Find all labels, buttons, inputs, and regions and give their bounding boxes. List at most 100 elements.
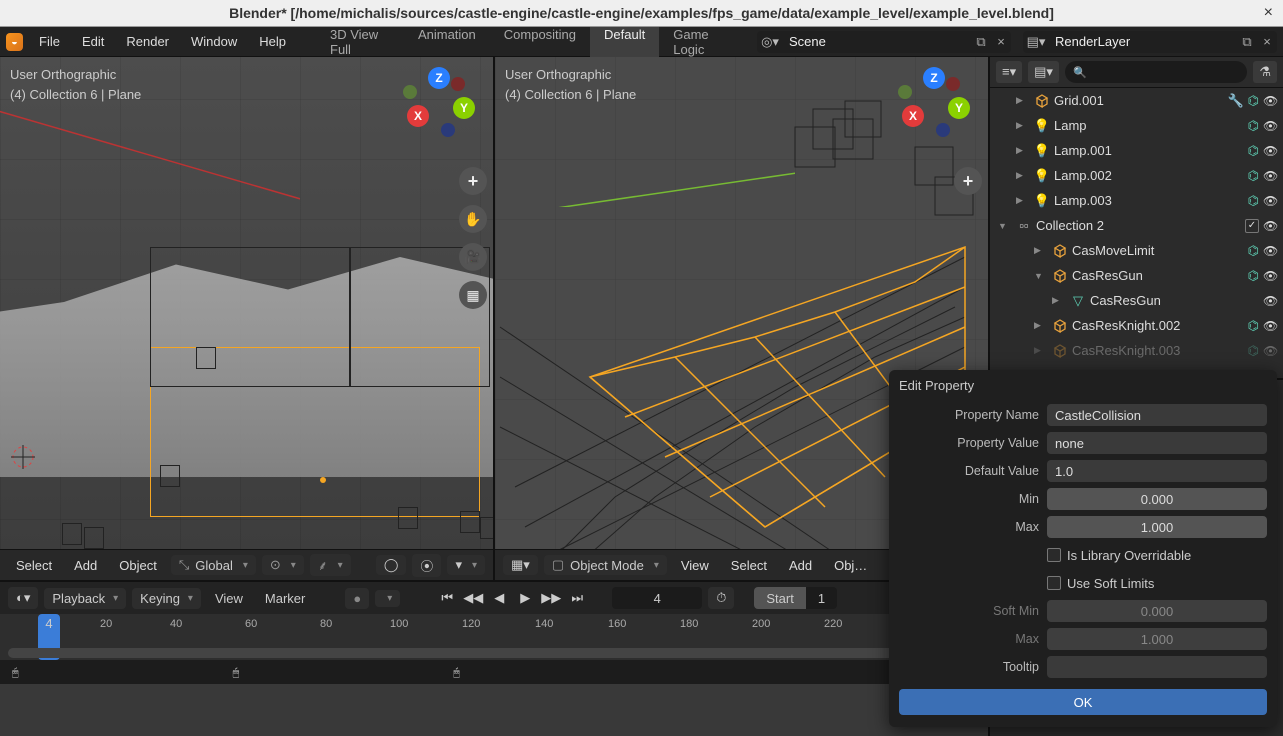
timeline-ruler[interactable]: 4 20 40 60 80 100 120 140 160 180 200 22… xyxy=(0,614,988,660)
mode-dropdown[interactable]: ▢Object Mode xyxy=(544,555,667,575)
tab-animation[interactable]: Animation xyxy=(404,22,490,62)
disclosure-icon[interactable]: ▶ xyxy=(1016,95,1030,106)
tab-default[interactable]: Default xyxy=(590,22,659,62)
play-icon[interactable]: ▶ xyxy=(514,587,536,609)
visibility-icon[interactable] xyxy=(1263,293,1279,308)
nav-gizmo[interactable]: Z Y X xyxy=(904,75,964,135)
disclosure-icon[interactable]: ▶ xyxy=(1016,120,1030,131)
outliner-row[interactable]: ▶CasMoveLimit⌬ xyxy=(990,238,1283,263)
outliner-row[interactable]: ▶▽CasResGun xyxy=(990,288,1283,313)
filter-icon[interactable]: ⚗ xyxy=(1253,61,1277,83)
axis-neg-z-icon[interactable] xyxy=(441,123,455,137)
axis-y-icon[interactable]: Y xyxy=(453,97,475,119)
outliner-row[interactable]: ▶💡Lamp.001⌬ xyxy=(990,138,1283,163)
keyframe-next-icon[interactable]: ▶▶ xyxy=(540,587,562,609)
shading-options-icon[interactable]: ▾ xyxy=(447,555,485,575)
footer-select[interactable]: Select xyxy=(8,555,60,576)
axis-z-icon[interactable]: Z xyxy=(923,67,945,89)
armature-icon[interactable]: ⌬ xyxy=(1248,243,1259,259)
scene-icon[interactable]: ◎▾ xyxy=(757,34,783,50)
timeline-scrollbar[interactable] xyxy=(8,648,980,658)
axis-neg-x-icon[interactable] xyxy=(946,77,960,91)
zoom-icon[interactable]: + xyxy=(459,167,487,195)
armature-icon[interactable]: ⌬ xyxy=(1248,118,1259,134)
axis-x-icon[interactable]: X xyxy=(902,105,924,127)
footer-add[interactable]: Add xyxy=(781,555,820,576)
armature-icon[interactable]: ⌬ xyxy=(1248,268,1259,284)
visibility-icon[interactable] xyxy=(1263,143,1279,158)
blender-logo-icon[interactable]: ◒ xyxy=(6,33,23,51)
disclosure-icon[interactable]: ▶ xyxy=(1034,245,1048,256)
axis-neg-z-icon[interactable] xyxy=(936,123,950,137)
axis-z-icon[interactable]: Z xyxy=(428,67,450,89)
armature-icon[interactable]: ⌬ xyxy=(1248,193,1259,209)
outliner-row[interactable]: ▼CasResGun⌬ xyxy=(990,263,1283,288)
zoom-icon[interactable]: + xyxy=(954,167,982,195)
axis-x-icon[interactable]: X xyxy=(407,105,429,127)
autokey-mode-icon[interactable] xyxy=(375,590,400,607)
tab-3d-view-full[interactable]: 3D View Full xyxy=(316,22,404,62)
scene-delete-icon[interactable]: × xyxy=(991,34,1011,49)
marker-menu[interactable]: Marker xyxy=(257,588,313,609)
disclosure-icon[interactable]: ▶ xyxy=(1052,295,1066,306)
include-checkbox[interactable]: ✓ xyxy=(1245,219,1259,233)
footer-select[interactable]: Select xyxy=(723,555,775,576)
visibility-icon[interactable] xyxy=(1263,243,1279,258)
soft-max-slider[interactable]: 1.000 xyxy=(1047,628,1267,650)
outliner-search-input[interactable] xyxy=(1065,61,1247,83)
viewport-left[interactable]: User Orthographic (4) Collection 6 | Pla… xyxy=(0,57,495,580)
scene-browse-icon[interactable]: ⧉ xyxy=(971,34,991,50)
renderlayer-icon[interactable]: ▤▾ xyxy=(1023,34,1049,50)
outliner-row[interactable]: ▼▫▫Collection 2✓ xyxy=(990,213,1283,238)
keying-menu[interactable]: Keying xyxy=(132,588,201,609)
frame-start-field[interactable]: Start 1 xyxy=(754,587,837,609)
editor-type-icon[interactable]: ▦▾ xyxy=(503,555,538,575)
playback-menu[interactable]: Playback xyxy=(44,588,126,609)
axis-neg-x-icon[interactable] xyxy=(451,77,465,91)
outliner[interactable]: ▶Grid.001🔧⌬▶💡Lamp⌬▶💡Lamp.001⌬▶💡Lamp.002⌬… xyxy=(990,88,1283,378)
ok-button[interactable]: OK xyxy=(899,689,1267,715)
shading-solid-icon[interactable]: ⦿ xyxy=(412,554,441,577)
outliner-row[interactable]: ▶CasResKnight.002⌬ xyxy=(990,313,1283,338)
disclosure-icon[interactable]: ▶ xyxy=(1016,195,1030,206)
armature-icon[interactable]: ⌬ xyxy=(1248,318,1259,334)
default-value-input[interactable] xyxy=(1047,460,1267,482)
disclosure-icon[interactable]: ▼ xyxy=(998,221,1012,231)
min-slider[interactable]: 0.000 xyxy=(1047,488,1267,510)
view-menu[interactable]: View xyxy=(207,588,251,609)
jump-end-icon[interactable]: ⏭ xyxy=(566,587,588,609)
outliner-row[interactable]: ▶💡Lamp.002⌬ xyxy=(990,163,1283,188)
current-frame-field[interactable]: 4 xyxy=(612,587,702,609)
close-icon[interactable]: × xyxy=(1264,4,1273,22)
armature-icon[interactable]: ⌬ xyxy=(1248,93,1259,109)
max-slider[interactable]: 1.000 xyxy=(1047,516,1267,538)
renderlayer-browse-icon[interactable]: ⧉ xyxy=(1237,34,1257,50)
axis-y-icon[interactable]: Y xyxy=(948,97,970,119)
scene-name-input[interactable] xyxy=(783,31,971,53)
visibility-icon[interactable] xyxy=(1263,93,1279,108)
visibility-icon[interactable] xyxy=(1263,268,1279,283)
pivot-dropdown[interactable]: ⊙ xyxy=(262,555,304,575)
snap-dropdown[interactable]: ⸙ xyxy=(310,554,351,576)
footer-view[interactable]: View xyxy=(673,555,717,576)
property-name-input[interactable] xyxy=(1047,404,1267,426)
disclosure-icon[interactable]: ▶ xyxy=(1016,145,1030,156)
autokey-icon[interactable]: ● xyxy=(345,588,369,609)
tooltip-input[interactable] xyxy=(1047,656,1267,678)
axis-neg-y-icon[interactable] xyxy=(898,85,912,99)
tab-game-logic[interactable]: Game Logic xyxy=(659,22,745,62)
outliner-row[interactable]: ▶CasResKnight.003⌬ xyxy=(990,338,1283,363)
disclosure-icon[interactable]: ▼ xyxy=(1034,271,1048,281)
disclosure-icon[interactable]: ▶ xyxy=(1034,320,1048,331)
outliner-row[interactable]: ▶💡Lamp⌬ xyxy=(990,113,1283,138)
wrench-icon[interactable]: 🔧 xyxy=(1228,93,1244,109)
timer-icon[interactable]: ⏱ xyxy=(708,587,734,609)
tab-compositing[interactable]: Compositing xyxy=(490,22,590,62)
footer-object[interactable]: Object xyxy=(111,555,165,576)
soft-limits-checkbox[interactable]: Use Soft Limits xyxy=(1047,576,1154,591)
menu-help[interactable]: Help xyxy=(249,30,296,53)
disclosure-icon[interactable]: ▶ xyxy=(1016,170,1030,181)
library-override-checkbox[interactable]: Is Library Overridable xyxy=(1047,548,1191,563)
ortho-toggle-icon[interactable] xyxy=(459,281,487,309)
menu-file[interactable]: File xyxy=(29,30,70,53)
